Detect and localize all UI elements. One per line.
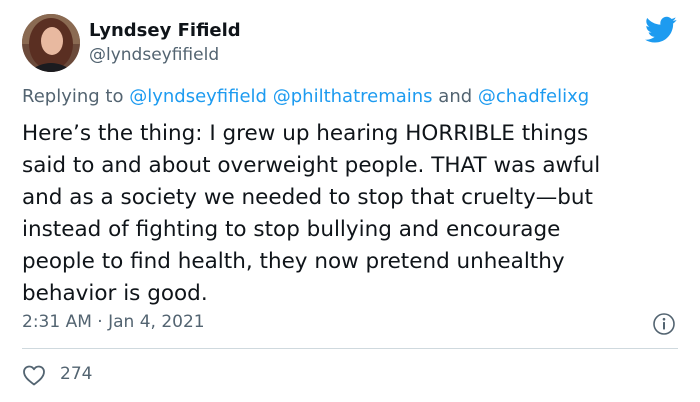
mention-link[interactable]: @lyndseyfifield [129, 86, 267, 107]
tweet-text-line: said to and about overweight people. THA… [22, 153, 601, 178]
avatar[interactable] [22, 14, 80, 72]
reply-context: Replying to @lyndseyfifield @philthatrem… [22, 86, 589, 107]
mention-link[interactable]: @philthatremains [273, 86, 433, 107]
tweet-text: Here’s the thing: I grew up hearing HORR… [22, 118, 682, 310]
tweet-timestamp[interactable]: 2:31 AM · Jan 4, 2021 [22, 312, 205, 332]
author-handle[interactable]: @lyndseyfifield [89, 45, 219, 65]
tweet-text-line: instead of fighting to stop bullying and… [22, 217, 561, 242]
reply-conjunction: and [438, 86, 473, 107]
reply-prefix: Replying to [22, 86, 124, 107]
tweet-text-line: people to find health, they now pretend … [22, 249, 565, 274]
mention-link[interactable]: @chadfelixg [478, 86, 589, 107]
twitter-bird-icon[interactable] [645, 16, 677, 44]
divider [22, 348, 678, 349]
tweet-text-line: and as a society we needed to stop that … [22, 185, 593, 210]
tweet-text-line: behavior is good. [22, 281, 208, 306]
tweet-text-line: Here’s the thing: I grew up hearing HORR… [22, 121, 589, 146]
like-count: 274 [60, 364, 93, 384]
author-name[interactable]: Lyndsey Fifield [89, 20, 241, 41]
info-icon[interactable] [652, 312, 676, 336]
heart-icon[interactable] [22, 364, 46, 386]
tweet-card: Lyndsey Fifield @lyndseyfifield Replying… [0, 0, 700, 402]
